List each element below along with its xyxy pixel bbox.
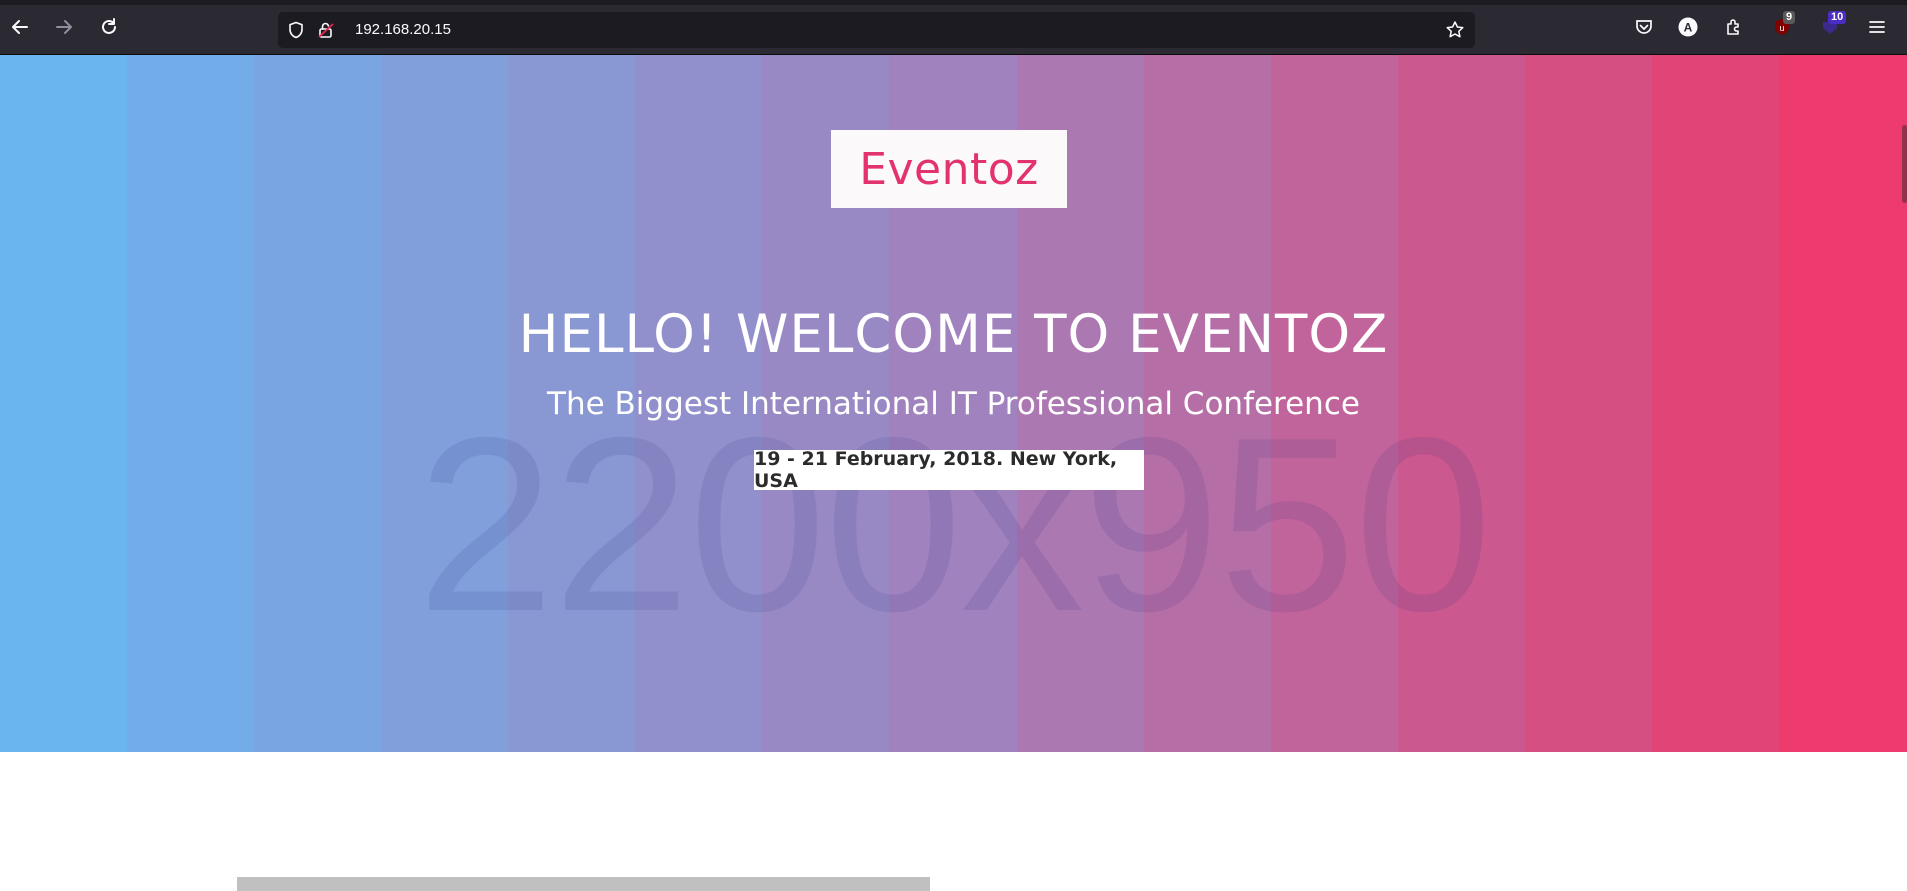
logo-text: Eventoz: [859, 143, 1039, 195]
extensions-button[interactable]: [1721, 14, 1747, 40]
content-placeholder-bar: [237, 877, 930, 891]
hero-subheadline: The Biggest International IT Professiona…: [547, 386, 1360, 422]
back-button[interactable]: [7, 14, 33, 40]
account-icon: A: [1677, 16, 1699, 38]
extensions-icon: [1724, 17, 1744, 37]
url-text[interactable]: 192.168.20.15: [355, 12, 451, 48]
back-icon: [10, 17, 30, 37]
browser-toolbar: 192.168.20.15 A u 9 10: [0, 0, 1907, 55]
account-button[interactable]: A: [1675, 14, 1701, 40]
hero-headline: HELLO! WELCOME TO EVENTOZ: [518, 304, 1389, 365]
url-bar[interactable]: 192.168.20.15: [278, 12, 1475, 48]
extension-button[interactable]: 10: [1817, 11, 1847, 40]
svg-text:A: A: [1684, 21, 1693, 35]
pocket-button[interactable]: [1631, 14, 1657, 40]
insecure-lock-icon[interactable]: [316, 20, 336, 40]
reload-icon: [99, 17, 119, 37]
bookmark-star-icon[interactable]: [1445, 20, 1465, 40]
extension-count-badge: 10: [1828, 11, 1847, 24]
site-logo[interactable]: Eventoz: [831, 130, 1067, 208]
reload-button[interactable]: [96, 14, 122, 40]
svg-text:u: u: [1779, 23, 1784, 33]
ublock-count-badge: 9: [1783, 11, 1796, 24]
forward-button[interactable]: [51, 14, 77, 40]
pocket-icon: [1634, 17, 1654, 37]
forward-icon: [54, 17, 74, 37]
event-date-badge: 19 - 21 February, 2018. New York, USA: [754, 448, 1144, 492]
tab-strip: [0, 0, 1907, 5]
menu-button[interactable]: [1864, 14, 1890, 40]
shield-icon[interactable]: [286, 20, 306, 40]
ublock-button[interactable]: u 9: [1769, 11, 1796, 40]
event-date-text: 19 - 21 February, 2018. New York, USA: [754, 448, 1118, 492]
menu-icon: [1868, 18, 1886, 36]
page-scrollbar-thumb[interactable]: [1902, 125, 1907, 203]
placeholder-watermark: 2200x950: [416, 385, 1492, 663]
hero-section: 2200x950 Eventoz HELLO! WELCOME TO EVENT…: [0, 55, 1907, 752]
